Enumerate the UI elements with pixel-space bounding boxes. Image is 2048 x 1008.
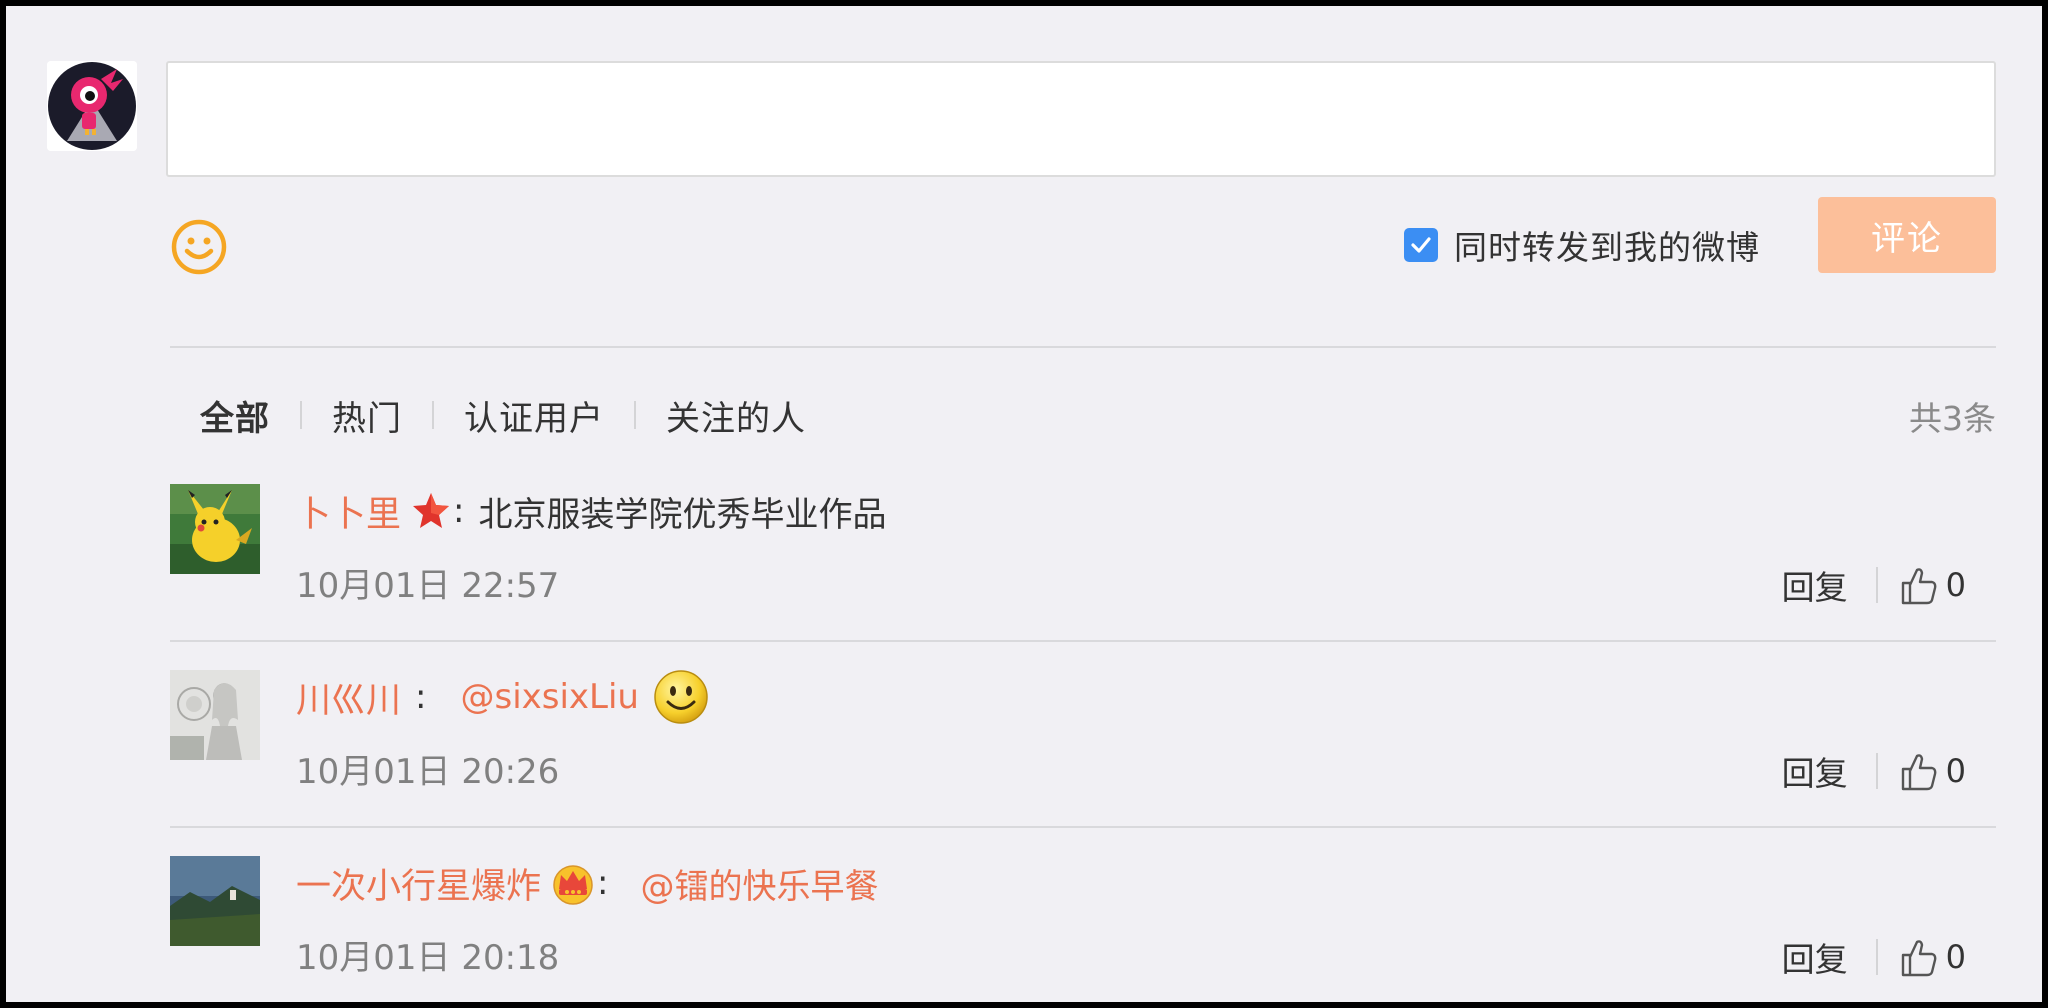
comment-line: 卜卜里 : 北京服装学院优秀毕业作品 [296,486,886,536]
comment-timestamp: 10月01日 20:18 [296,938,560,978]
comment-item: 卜卜里 : 北京服装学院优秀毕业作品 10月01日 22:57 回复 0 [170,484,1996,670]
commenter-avatar[interactable] [170,856,260,946]
forward-checkbox[interactable] [1404,228,1438,262]
tab-separator [432,401,434,429]
comment-username[interactable]: 一次小行星爆炸 [296,858,541,909]
divider [170,346,1996,348]
smile-emoji-icon [653,669,709,725]
like-button[interactable]: 0 [1900,751,1966,791]
comment-actions: 回复 0 [1782,932,1966,982]
smiley-icon [171,219,227,275]
comment-mention[interactable]: @sixsixLiu [460,677,639,717]
like-button[interactable]: 0 [1900,565,1966,605]
comment-username[interactable]: 川巛川 [296,672,401,723]
tab-all[interactable]: 全部 [200,391,270,440]
comment-colon: : [453,491,465,531]
comment-timestamp: 10月01日 22:57 [296,566,560,606]
tab-verified-users[interactable]: 认证用户 [464,391,604,440]
submit-comment-button[interactable]: 评论 [1818,197,1996,273]
action-separator [1875,939,1878,975]
forward-option[interactable]: 同时转发到我的微博 [1404,220,1760,270]
thumbs-up-icon [1901,568,1937,605]
comment-actions: 回复 0 [1782,746,1966,796]
commenter-avatar[interactable] [170,670,260,760]
comment-line: 一次小行星爆炸 : @镭的快乐早餐 [296,858,878,908]
comment-mention[interactable]: @镭的快乐早餐 [640,859,878,908]
comment-divider [170,640,1996,642]
star-icon [411,491,451,531]
comment-actions: 回复 0 [1782,560,1966,610]
comment-total-count: 共3条 [1909,399,1996,438]
comment-text: 北京服装学院优秀毕业作品 [478,494,887,535]
reply-button[interactable]: 回复 [1782,747,1848,795]
emoji-picker-button[interactable] [170,218,228,276]
tab-following[interactable]: 关注的人 [666,391,806,440]
landscape-avatar-icon [170,856,260,946]
weibo-mascot-avatar-icon [47,61,137,151]
crown-icon [551,861,595,905]
action-separator [1875,567,1878,603]
like-button[interactable]: 0 [1900,937,1966,977]
comment-item: 一次小行星爆炸 : @镭的快乐早餐 10月01日 20:18 回复 0 [170,856,1996,1002]
tab-separator [634,401,636,429]
pikachu-avatar-icon [170,484,260,574]
like-count: 0 [1945,752,1966,790]
comment-filter-tabs: 全部 热门 认证用户 关注的人 [200,390,806,440]
comment-colon: : [415,677,427,717]
like-count: 0 [1945,566,1966,604]
comment-input[interactable] [168,63,1994,175]
comment-item: 川巛川 : @sixsixLiu 10月01日 20:26 回复 0 [170,670,1996,856]
checkmark-icon [1411,237,1431,253]
reply-button[interactable]: 回复 [1782,561,1848,609]
reply-button[interactable]: 回复 [1782,933,1848,981]
comment-colon: : [597,863,609,903]
comment-username[interactable]: 卜卜里 [296,486,401,537]
commenter-avatar[interactable] [170,484,260,574]
like-count: 0 [1945,938,1966,976]
tab-hot[interactable]: 热门 [332,391,402,440]
comment-timestamp: 10月01日 20:26 [296,752,560,792]
comment-divider [170,826,1996,828]
thumbs-up-icon [1901,754,1937,791]
sketch-portrait-avatar-icon [170,670,260,760]
thumbs-up-icon [1901,940,1937,977]
forward-label: 同时转发到我的微博 [1454,228,1760,267]
action-separator [1875,753,1878,789]
comment-line: 川巛川 : @sixsixLiu [296,669,709,725]
comment-panel: 同时转发到我的微博 评论 全部 热门 认证用户 关注的人 共3条 卜卜里: 北… [6,6,2042,1002]
comment-input-box[interactable] [166,61,1996,177]
tab-separator [300,401,302,429]
my-avatar[interactable] [47,61,137,151]
